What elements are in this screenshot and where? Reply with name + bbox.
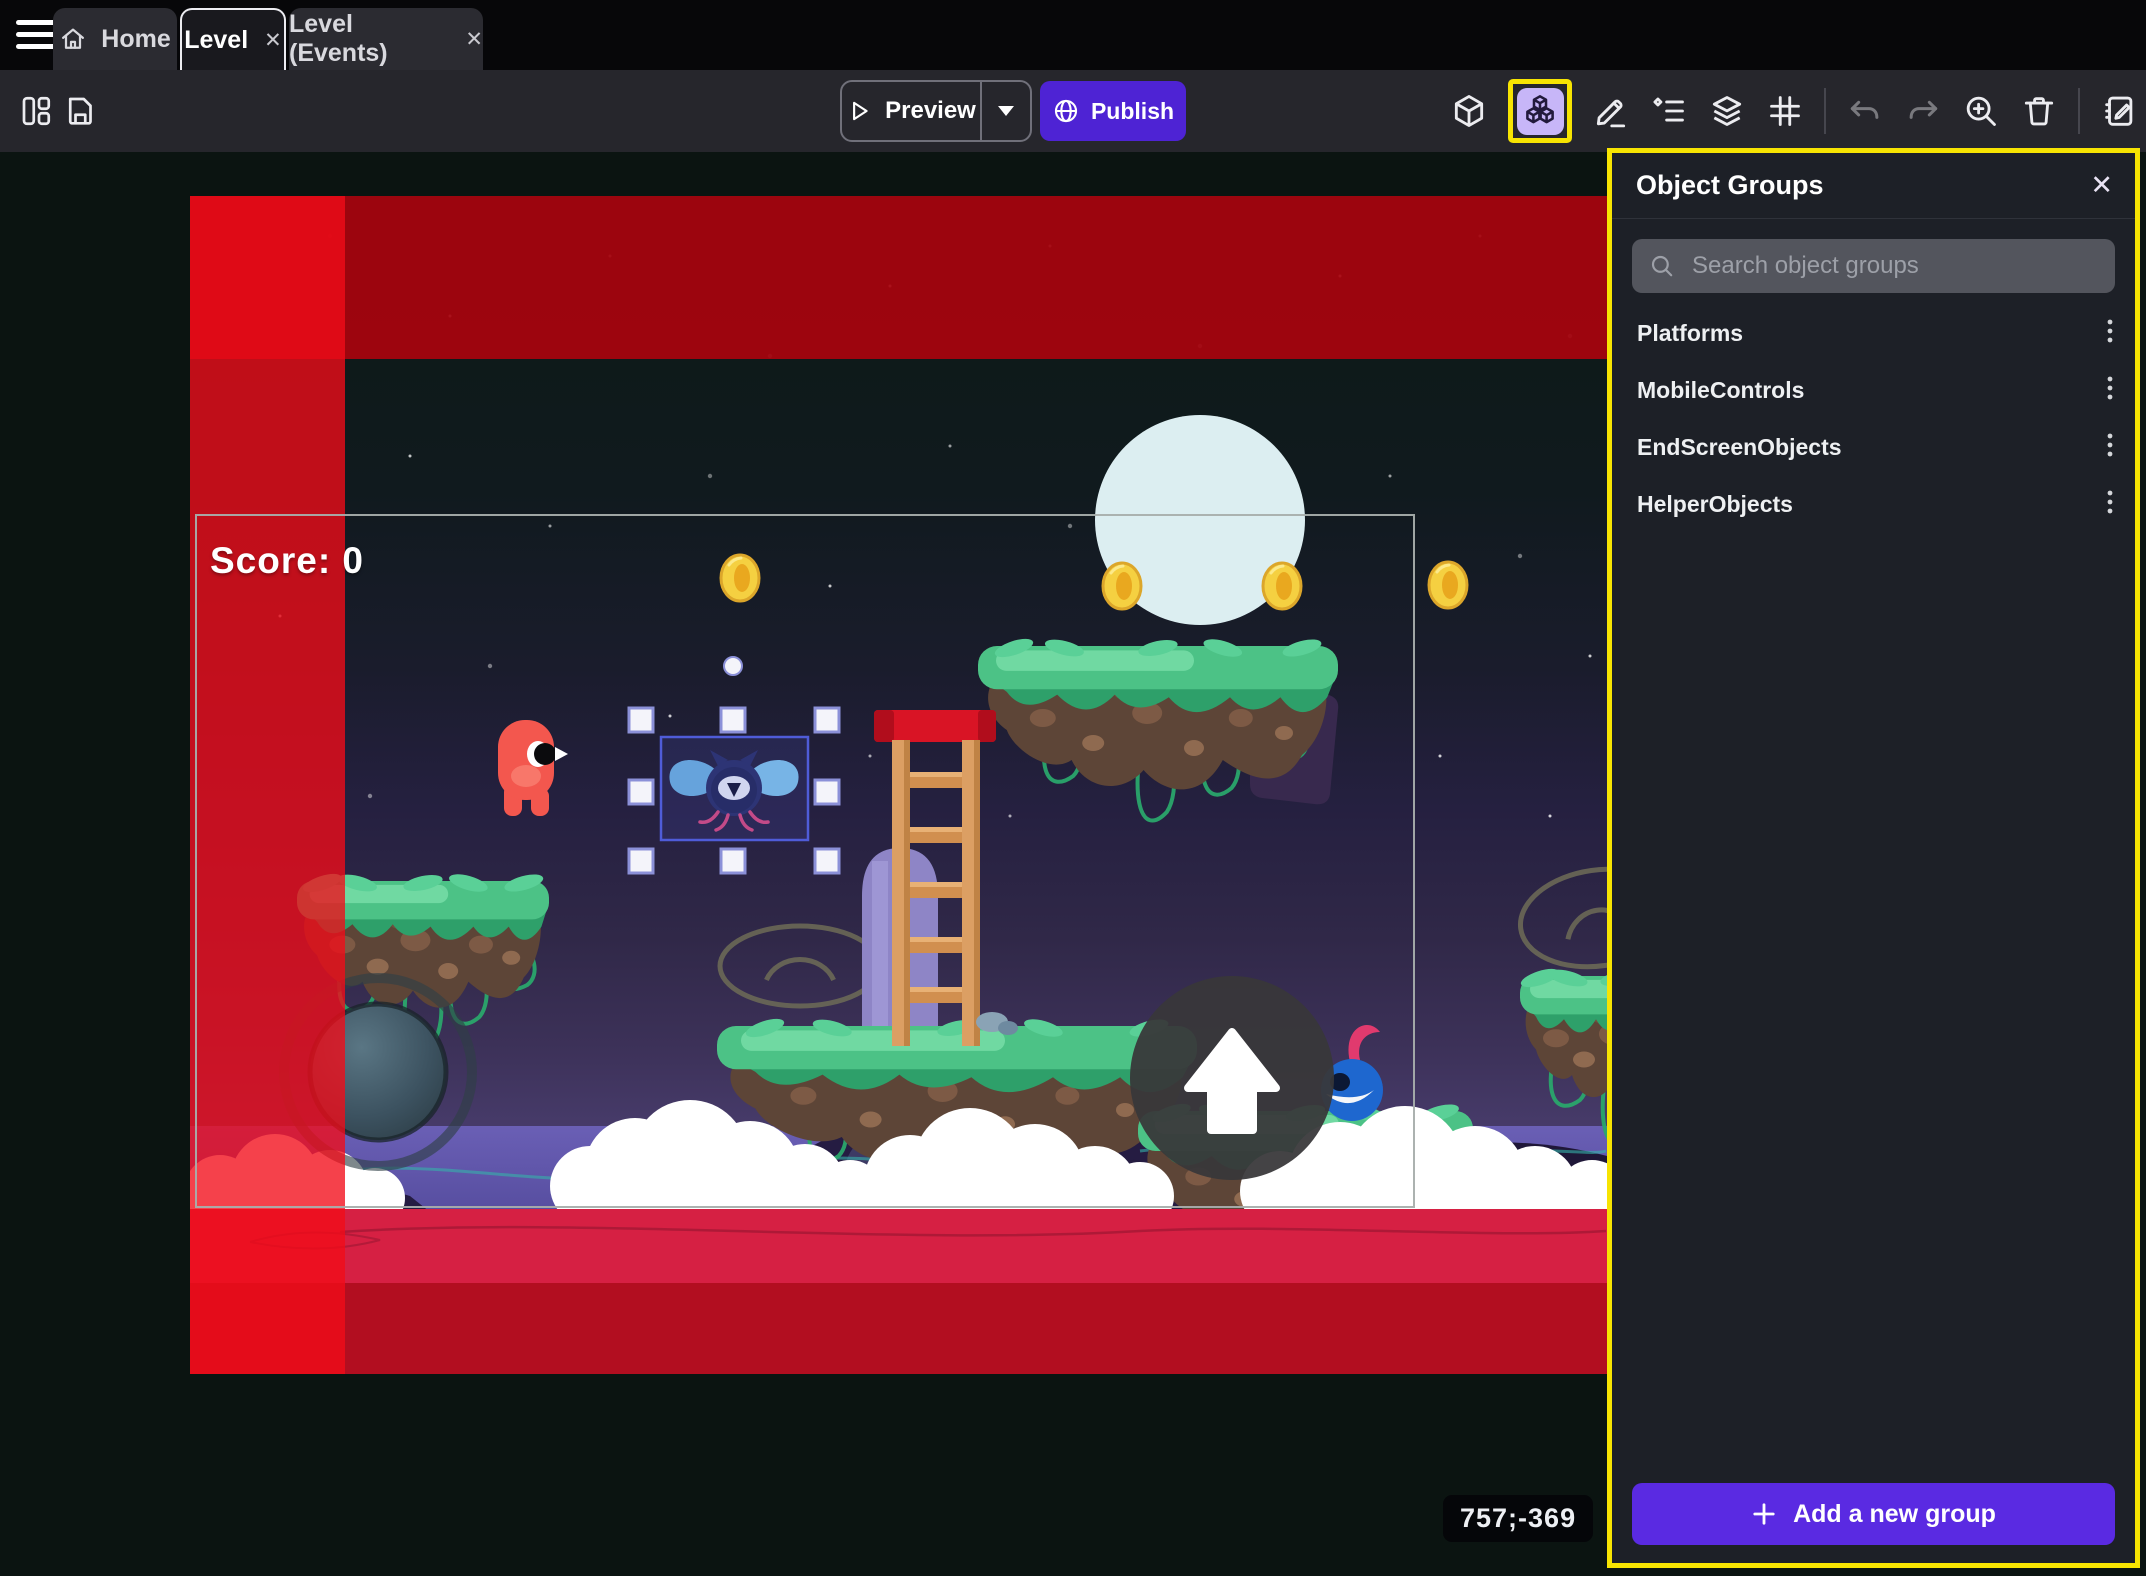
tab-label: Level (Events) — [289, 10, 449, 68]
resize-handle[interactable] — [815, 708, 839, 732]
scene-canvas[interactable]: Score: 0 — [190, 196, 1607, 1374]
redo-icon[interactable] — [1904, 92, 1942, 130]
jump-button[interactable] — [1130, 976, 1334, 1180]
object-groups-editor-icon[interactable] — [1517, 88, 1564, 135]
object-group-row[interactable]: Platforms — [1612, 305, 2135, 362]
cursor-coordinates-badge: 757;-369 — [1443, 1495, 1593, 1542]
undo-icon[interactable] — [1846, 92, 1884, 130]
objects-editor-icon[interactable] — [1450, 92, 1488, 130]
scene-svg — [190, 196, 1607, 1374]
more-options-icon[interactable] — [2106, 317, 2114, 350]
preview-button[interactable]: Preview — [840, 80, 1032, 142]
resize-handle[interactable] — [629, 849, 653, 873]
rotation-handle[interactable] — [724, 657, 742, 675]
plus-icon — [1751, 1501, 1777, 1527]
search-object-groups-input[interactable] — [1690, 251, 2098, 281]
tab-level[interactable]: Level ✕ — [180, 8, 286, 70]
close-icon[interactable]: ✕ — [264, 28, 282, 53]
close-icon[interactable]: ✕ — [2090, 172, 2113, 199]
hamburger-menu-icon[interactable] — [16, 20, 58, 50]
trash-icon[interactable] — [2020, 92, 2058, 130]
publish-button[interactable]: Publish — [1040, 81, 1186, 141]
object-group-row[interactable]: EndScreenObjects — [1612, 419, 2135, 476]
coin[interactable] — [1263, 563, 1301, 609]
more-options-icon[interactable] — [2106, 431, 2114, 464]
edit-pencil-icon[interactable] — [1592, 92, 1630, 130]
object-groups-highlight-box — [1508, 79, 1572, 143]
object-groups-panel: Object Groups ✕ Platforms MobileControls E… — [1607, 148, 2140, 1568]
object-group-list: Platforms MobileControls EndScreenObjects H… — [1612, 305, 2135, 533]
resize-handle[interactable] — [721, 849, 745, 873]
preview-dropdown-button[interactable] — [980, 82, 1030, 140]
save-icon[interactable] — [62, 93, 98, 134]
coin[interactable] — [721, 555, 759, 601]
add-new-group-label: Add a new group — [1793, 1500, 1996, 1529]
out-of-bounds-left — [190, 196, 345, 1374]
score-text: Score: 0 — [210, 540, 364, 582]
ground — [190, 1209, 1607, 1283]
resize-handle[interactable] — [721, 708, 745, 732]
object-group-label: HelperObjects — [1637, 491, 1793, 518]
resize-handle[interactable] — [629, 708, 653, 732]
toolbar-separator — [1824, 88, 1826, 134]
resize-handle[interactable] — [629, 780, 653, 804]
add-new-group-button[interactable]: Add a new group — [1632, 1483, 2115, 1545]
tab-label: Home — [101, 25, 170, 54]
object-group-label: Platforms — [1637, 320, 1743, 347]
scene-properties-icon[interactable] — [2100, 92, 2138, 130]
preview-label: Preview — [885, 97, 976, 125]
globe-icon — [1052, 97, 1080, 125]
grid-icon[interactable] — [1766, 92, 1804, 130]
object-group-label: EndScreenObjects — [1637, 434, 1842, 461]
search-icon — [1649, 253, 1675, 279]
instances-list-icon[interactable] — [1650, 92, 1688, 130]
coin[interactable] — [1429, 562, 1467, 608]
layers-icon[interactable] — [1708, 92, 1746, 130]
play-icon — [846, 98, 872, 124]
close-icon[interactable]: ✕ — [465, 27, 483, 52]
panel-title: Object Groups — [1636, 170, 1824, 201]
chevron-down-icon — [998, 106, 1014, 116]
object-group-row[interactable]: HelperObjects — [1612, 476, 2135, 533]
resize-handle[interactable] — [815, 780, 839, 804]
out-of-bounds-top — [190, 196, 1607, 359]
toolbar-separator — [2078, 88, 2080, 134]
more-options-icon[interactable] — [2106, 374, 2114, 407]
object-group-label: MobileControls — [1637, 377, 1804, 404]
toolbar: Preview Publish — [0, 70, 2146, 152]
home-icon — [59, 25, 87, 53]
coin[interactable] — [1103, 563, 1141, 609]
tab-level-events[interactable]: Level (Events) ✕ — [289, 8, 483, 70]
object-group-row[interactable]: MobileControls — [1612, 362, 2135, 419]
resize-handle[interactable] — [815, 849, 839, 873]
tab-label: Level — [184, 26, 248, 55]
tab-bar: Home Level ✕ Level (Events) ✕ — [0, 0, 2146, 70]
publish-label: Publish — [1091, 98, 1174, 125]
zoom-icon[interactable] — [1962, 92, 2000, 130]
tab-home[interactable]: Home — [53, 8, 177, 70]
more-options-icon[interactable] — [2106, 488, 2114, 521]
search-box[interactable] — [1632, 239, 2115, 293]
panels-layout-icon[interactable] — [18, 93, 54, 134]
